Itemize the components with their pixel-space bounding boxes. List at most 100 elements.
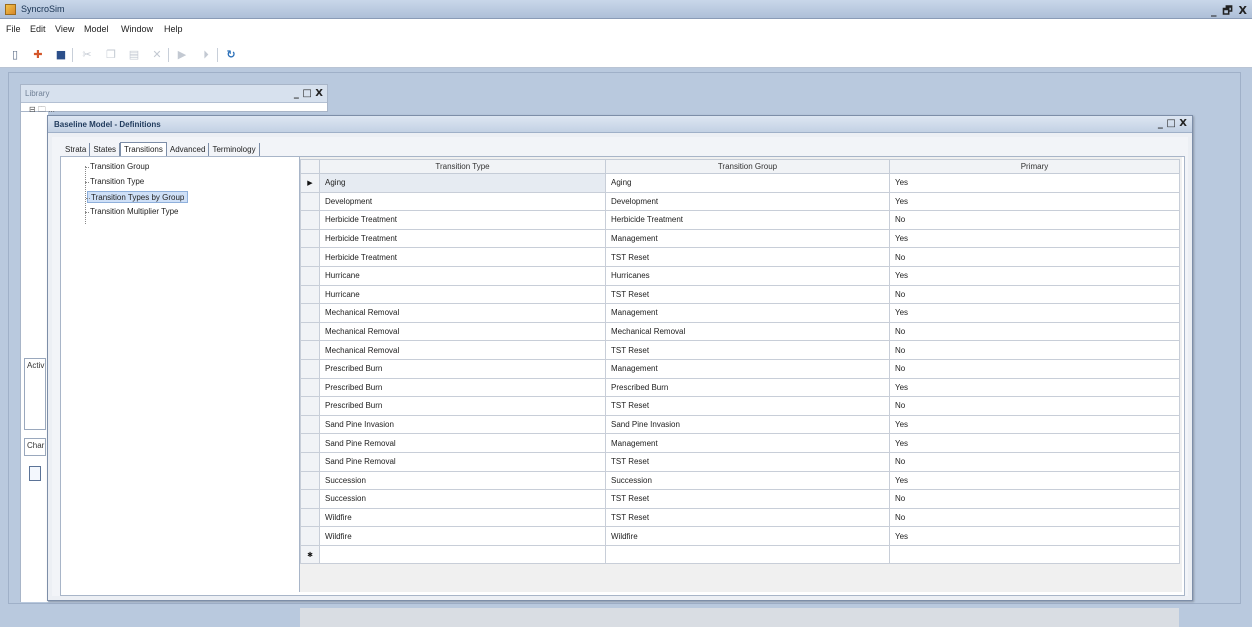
tab-transitions[interactable]: Transitions xyxy=(120,142,167,156)
cut-icon[interactable]: ✂ xyxy=(80,48,94,62)
table-row[interactable]: Prescribed Burn Management No xyxy=(300,358,1180,379)
row-header[interactable] xyxy=(300,340,320,360)
open-icon[interactable]: ▯ xyxy=(8,48,22,62)
tree-item-transition-group[interactable]: Transition Group xyxy=(84,161,152,173)
cell-transition-type[interactable]: Hurricane xyxy=(319,284,606,305)
cell-transition-type[interactable]: Herbicide Treatment xyxy=(319,228,606,249)
cell-primary[interactable]: Yes xyxy=(889,265,1180,286)
library-panel-controls[interactable]: _ □ X xyxy=(294,88,323,99)
cell-transition-type[interactable]: Hurricane xyxy=(319,265,606,286)
document-icon[interactable] xyxy=(29,466,41,481)
cell-transition-type[interactable]: Aging xyxy=(319,173,606,193)
cell-transition-group[interactable]: Herbicide Treatment xyxy=(605,210,890,230)
save-icon[interactable]: ■ xyxy=(54,48,68,62)
copy-icon[interactable]: ❐ xyxy=(104,48,118,62)
row-header[interactable] xyxy=(300,210,320,230)
menu-model[interactable]: Model xyxy=(84,24,109,34)
cell-primary[interactable]: No xyxy=(889,321,1180,342)
column-header-transition-group[interactable]: Transition Group xyxy=(605,159,890,174)
row-header[interactable] xyxy=(300,396,320,416)
new-row-indicator[interactable]: ✱ xyxy=(300,544,320,565)
tab-states[interactable]: States xyxy=(90,143,121,156)
cell-transition-group[interactable]: Mechanical Removal xyxy=(605,321,890,342)
cell-transition-type[interactable]: Sand Pine Invasion xyxy=(319,414,606,435)
cell-primary[interactable]: Yes xyxy=(889,526,1180,546)
column-header-transition-type[interactable]: Transition Type xyxy=(319,159,606,174)
refresh-icon[interactable]: ↻ xyxy=(224,48,238,62)
cell-transition-type[interactable]: Prescribed Burn xyxy=(319,396,606,416)
table-row[interactable]: Succession Succession Yes xyxy=(300,470,1180,491)
cell-transition-group[interactable]: TST Reset xyxy=(605,507,890,528)
menu-window[interactable]: Window xyxy=(121,24,153,34)
tab-strata[interactable]: Strata xyxy=(62,143,91,156)
tree-item-transition-types-by-group[interactable]: Transition Types by Group xyxy=(85,191,189,203)
menu-view[interactable]: View xyxy=(55,24,74,34)
cell-primary[interactable]: No xyxy=(889,358,1180,379)
row-header[interactable] xyxy=(300,526,320,546)
cell-transition-group[interactable]: TST Reset xyxy=(605,396,890,416)
tab-terminology[interactable]: Terminology xyxy=(209,143,260,156)
row-header[interactable] xyxy=(300,377,320,398)
table-row[interactable]: Sand Pine Removal Management Yes xyxy=(300,433,1180,453)
table-row[interactable]: Hurricane Hurricanes Yes xyxy=(300,265,1180,286)
table-row[interactable]: ▶ Aging Aging Yes xyxy=(300,173,1180,193)
menu-file[interactable]: File xyxy=(6,24,21,34)
table-row[interactable]: Herbicide Treatment TST Reset No xyxy=(300,247,1180,267)
cell-transition-type[interactable]: Herbicide Treatment xyxy=(319,247,606,267)
paste-icon[interactable]: ▤ xyxy=(127,48,141,62)
cell-transition-group[interactable]: Aging xyxy=(605,173,890,193)
row-header[interactable] xyxy=(300,191,320,212)
table-row[interactable]: Herbicide Treatment Management Yes xyxy=(300,228,1180,249)
cell-transition-group[interactable]: TST Reset xyxy=(605,247,890,267)
cell-transition-group[interactable]: Wildfire xyxy=(605,526,890,546)
tab-advanced[interactable]: Advanced xyxy=(167,143,210,156)
cell-transition-group[interactable]: Development xyxy=(605,191,890,212)
cell-transition-group[interactable]: TST Reset xyxy=(605,340,890,360)
delete-icon[interactable]: ✕ xyxy=(150,48,164,62)
row-header[interactable] xyxy=(300,228,320,249)
row-header[interactable] xyxy=(300,247,320,267)
cell-transition-type[interactable]: Succession xyxy=(319,470,606,491)
cell-primary[interactable]: Yes xyxy=(889,173,1180,193)
cell-transition-group[interactable]: Sand Pine Invasion xyxy=(605,414,890,435)
new-row[interactable]: ✱ xyxy=(300,544,1180,565)
cell-primary[interactable]: No xyxy=(889,210,1180,230)
table-row[interactable]: Herbicide Treatment Herbicide Treatment No xyxy=(300,210,1180,230)
table-row[interactable]: Prescribed Burn Prescribed Burn Yes xyxy=(300,377,1180,398)
cell-transition-type[interactable]: Prescribed Burn xyxy=(319,358,606,379)
row-header[interactable] xyxy=(300,321,320,342)
cell-primary[interactable]: No xyxy=(889,507,1180,528)
row-header[interactable] xyxy=(300,489,320,509)
run-step-icon[interactable]: ⏵ xyxy=(199,48,213,62)
table-row[interactable]: Prescribed Burn TST Reset No xyxy=(300,396,1180,416)
table-row[interactable]: Mechanical Removal Management Yes xyxy=(300,303,1180,323)
cell-primary[interactable]: Yes xyxy=(889,191,1180,212)
cell-transition-group[interactable]: Hurricanes xyxy=(605,265,890,286)
cell-transition-type[interactable]: Mechanical Removal xyxy=(319,303,606,323)
cell-transition-group[interactable]: Management xyxy=(605,228,890,249)
new-row-cell[interactable] xyxy=(605,544,890,565)
cell-transition-group[interactable]: TST Reset xyxy=(605,284,890,305)
run-icon[interactable]: ▶ xyxy=(175,48,189,62)
row-header[interactable] xyxy=(300,265,320,286)
row-header[interactable] xyxy=(300,284,320,305)
table-row[interactable]: Mechanical Removal TST Reset No xyxy=(300,340,1180,360)
tree-item-transition-type[interactable]: Transition Type xyxy=(84,176,147,188)
row-header[interactable] xyxy=(300,433,320,453)
cell-primary[interactable]: Yes xyxy=(889,377,1180,398)
menu-edit[interactable]: Edit xyxy=(30,24,46,34)
cell-transition-type[interactable]: Succession xyxy=(319,489,606,509)
new-row-cell[interactable] xyxy=(319,544,606,565)
cell-transition-type[interactable]: Mechanical Removal xyxy=(319,340,606,360)
table-row[interactable]: Wildfire Wildfire Yes xyxy=(300,526,1180,546)
row-header[interactable] xyxy=(300,470,320,491)
cell-primary[interactable]: Yes xyxy=(889,303,1180,323)
cell-transition-type[interactable]: Mechanical Removal xyxy=(319,321,606,342)
cell-primary[interactable]: Yes xyxy=(889,470,1180,491)
cell-transition-group[interactable]: TST Reset xyxy=(605,489,890,509)
table-row[interactable]: Hurricane TST Reset No xyxy=(300,284,1180,305)
cell-transition-type[interactable]: Sand Pine Removal xyxy=(319,451,606,472)
table-row[interactable]: Mechanical Removal Mechanical Removal No xyxy=(300,321,1180,342)
cell-transition-type[interactable]: Wildfire xyxy=(319,526,606,546)
table-row[interactable]: Sand Pine Removal TST Reset No xyxy=(300,451,1180,472)
